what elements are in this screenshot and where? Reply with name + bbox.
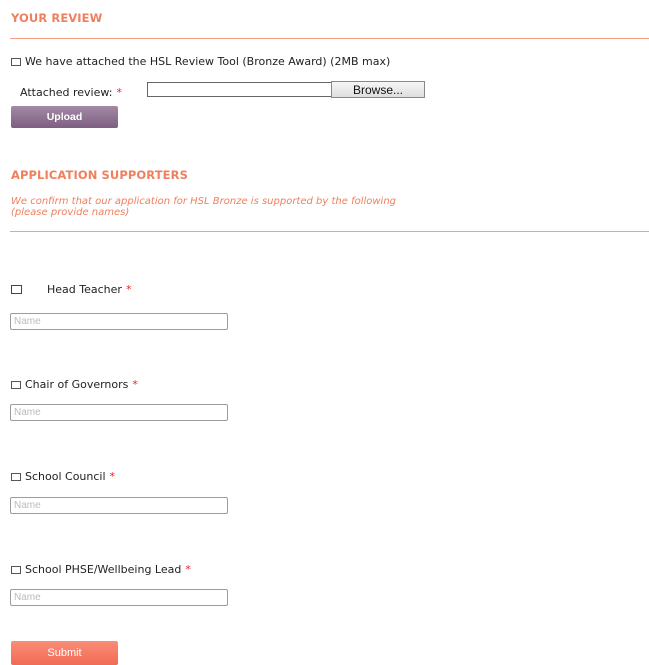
attached-review-label-row: Attached review: * <box>20 86 122 99</box>
wellbeing-lead-name-input[interactable] <box>10 589 228 606</box>
head-teacher-name-input[interactable] <box>10 313 228 330</box>
supporters-note: We confirm that our application for HSL … <box>11 196 396 218</box>
review-section-title: YOUR REVIEW <box>11 11 103 25</box>
school-council-label: School Council <box>25 470 106 483</box>
supporters-note-line-2: (please provide names) <box>11 207 130 218</box>
chair-of-governors-label: Chair of Governors <box>25 378 129 391</box>
required-asterisk: * <box>132 378 138 391</box>
chair-of-governors-checkbox[interactable] <box>11 380 21 389</box>
head-teacher-checkbox[interactable] <box>11 285 22 294</box>
school-council-name-input[interactable] <box>10 497 228 514</box>
required-asterisk: * <box>185 563 191 576</box>
attached-review-label: Attached review: <box>20 86 113 99</box>
chair-of-governors-name-input[interactable] <box>10 404 228 421</box>
supporter-row-school-council: School Council * <box>11 470 115 483</box>
review-attached-row: We have attached the HSL Review Tool (Br… <box>11 55 390 68</box>
supporters-section-title: APPLICATION SUPPORTERS <box>11 168 188 182</box>
file-path-field[interactable] <box>147 82 331 97</box>
review-attached-checkbox[interactable] <box>11 57 21 66</box>
supporter-row-wellbeing-lead: School PHSE/Wellbeing Lead * <box>11 563 191 576</box>
required-asterisk: * <box>109 470 116 483</box>
supporter-row-chair-of-governors: Chair of Governors * <box>11 378 138 391</box>
wellbeing-lead-label: School PHSE/Wellbeing Lead <box>25 563 182 576</box>
supporters-note-line-1: We confirm that our application for HSL … <box>11 196 397 207</box>
required-asterisk: * <box>125 283 132 296</box>
head-teacher-label: Head Teacher <box>47 283 122 296</box>
supporter-row-head-teacher: Head Teacher * <box>11 283 131 296</box>
supporters-divider <box>10 231 649 232</box>
file-upload-control: Browse... <box>147 81 425 98</box>
browse-button[interactable]: Browse... <box>331 81 425 98</box>
submit-button[interactable]: Submit <box>11 641 118 665</box>
required-asterisk: * <box>116 86 122 99</box>
school-council-checkbox[interactable] <box>11 472 21 481</box>
upload-button[interactable]: Upload <box>11 106 118 128</box>
review-divider <box>10 38 649 39</box>
wellbeing-lead-checkbox[interactable] <box>11 565 21 574</box>
review-attached-checkbox-label: We have attached the HSL Review Tool (Br… <box>25 55 391 68</box>
